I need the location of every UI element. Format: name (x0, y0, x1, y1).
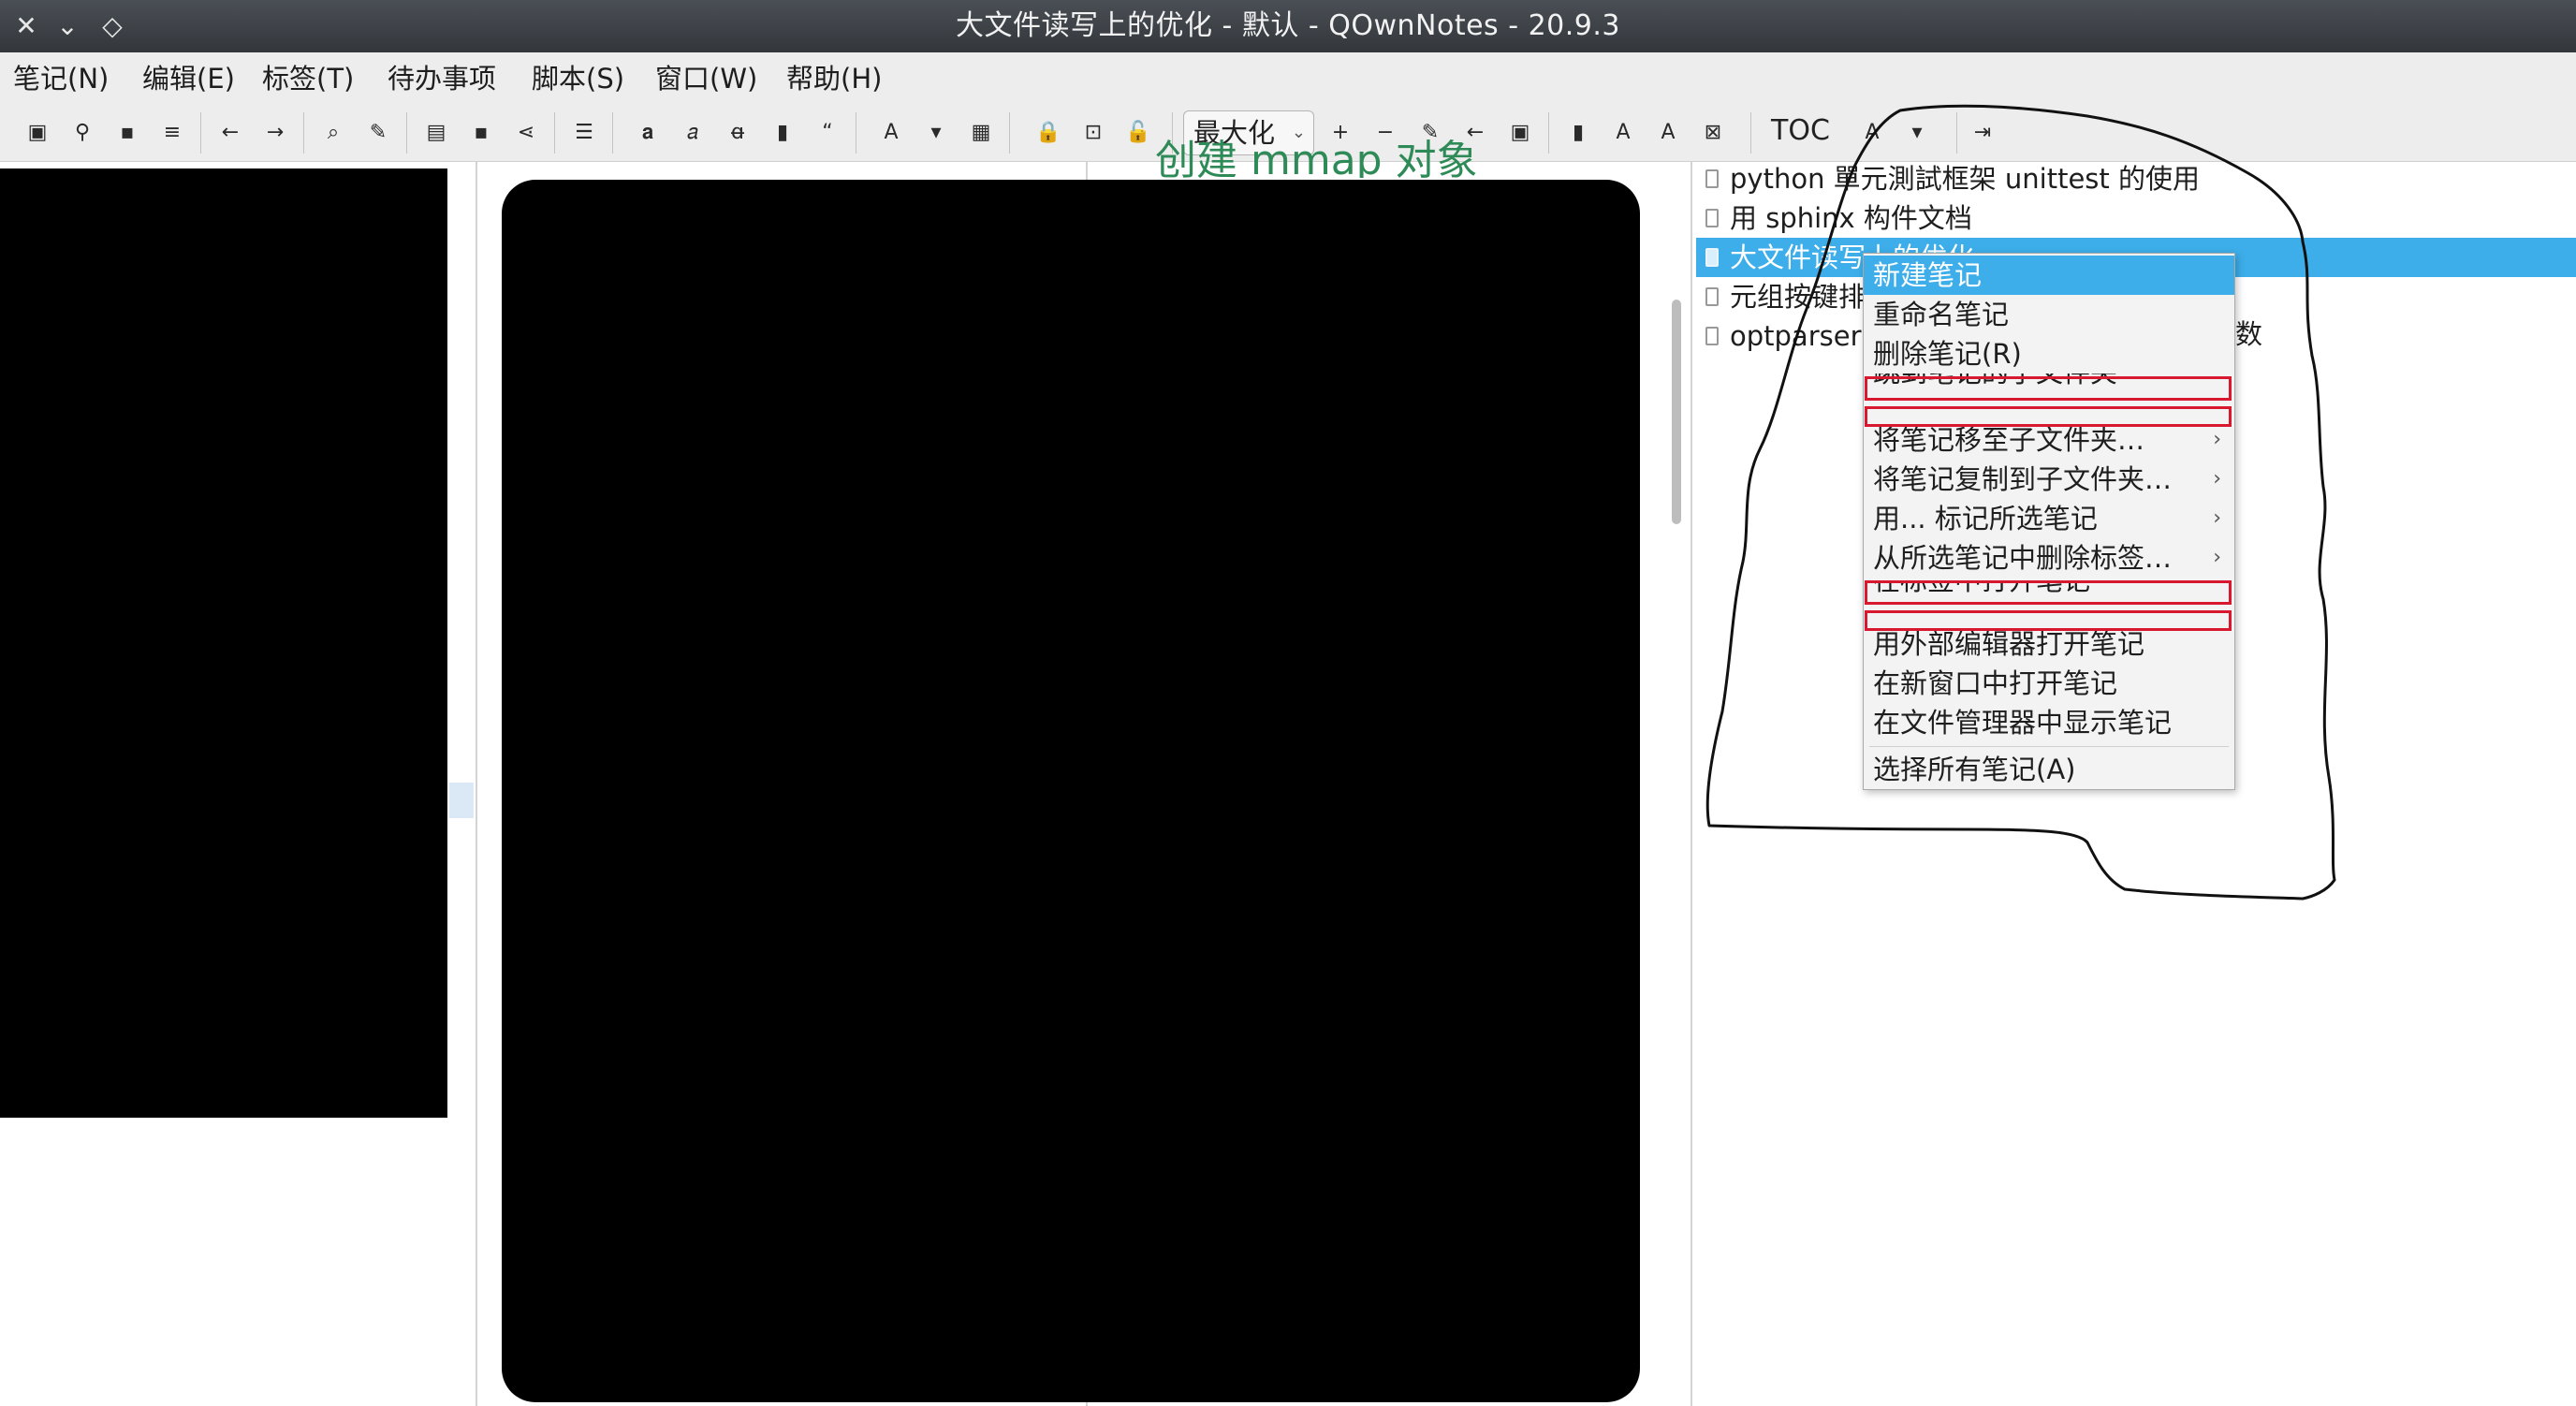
hand-drawn-outline (1705, 104, 2336, 901)
